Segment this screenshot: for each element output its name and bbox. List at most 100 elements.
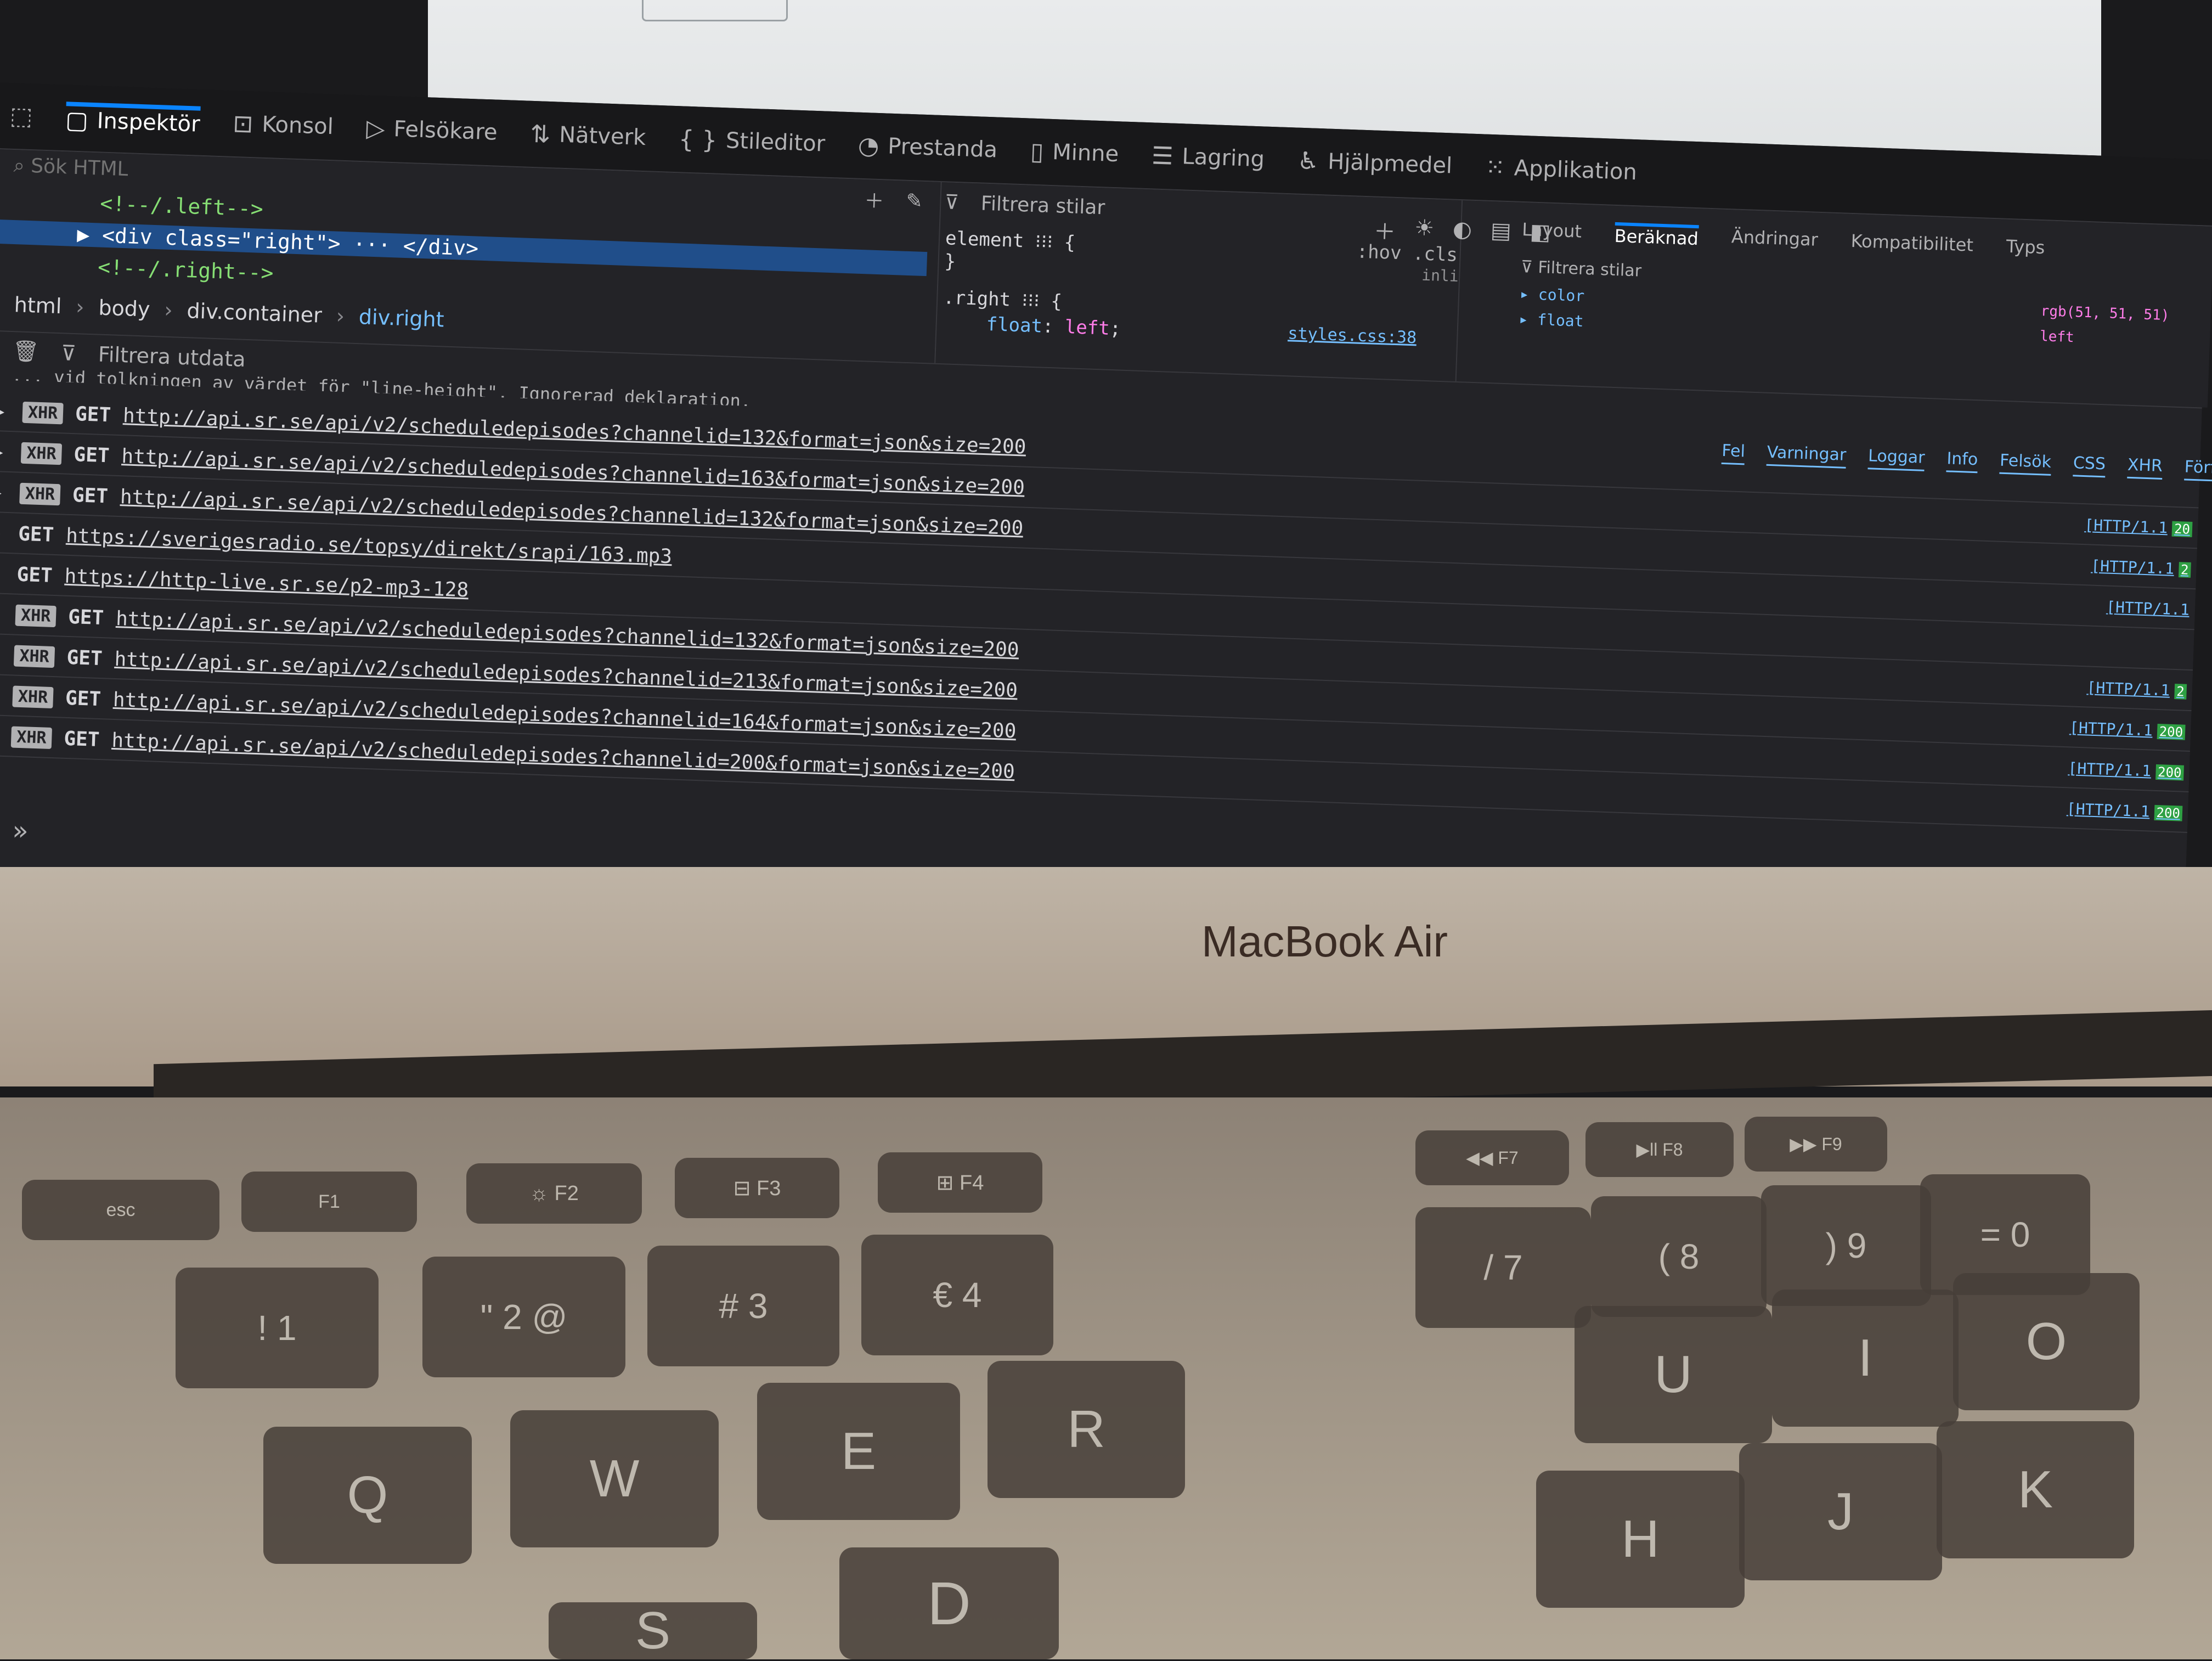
key-k[interactable]: K: [1937, 1421, 2134, 1558]
key-7[interactable]: / 7: [1415, 1207, 1591, 1328]
breadcrumb-div-right[interactable]: div.right: [358, 305, 444, 331]
status-badge: 20: [2171, 521, 2193, 537]
trash-icon[interactable]: 🗑: [12, 339, 40, 364]
protocol-link[interactable]: [HTTP/1.1 200: [2069, 718, 2186, 740]
tab-fonts[interactable]: Typs: [2006, 236, 2045, 261]
application-icon: ⁙: [1485, 153, 1506, 182]
markup-comment-left[interactable]: <!--/.left-->: [100, 192, 264, 221]
breadcrumb-body[interactable]: body: [98, 296, 150, 322]
protocol-link[interactable]: [HTTP/1.1: [2106, 598, 2190, 618]
key-o[interactable]: O: [1953, 1273, 2140, 1410]
add-node-icon[interactable]: ＋: [864, 185, 885, 214]
key-9[interactable]: ) 9: [1761, 1185, 1931, 1306]
breadcrumb-html[interactable]: html: [14, 292, 62, 318]
console-input-prompt[interactable]: »: [12, 815, 29, 847]
tab-label: Nätverk: [558, 122, 647, 151]
key-f8[interactable]: ▶ll F8: [1585, 1122, 1734, 1177]
tab-computed[interactable]: Beräknad: [1614, 222, 1699, 250]
xhr-badge: XHR: [22, 401, 64, 424]
tab-compatibility[interactable]: Kompatibilitet: [1850, 230, 1973, 259]
tab-label: Minne: [1052, 139, 1119, 167]
key-h[interactable]: H: [1536, 1471, 1745, 1608]
expand-triangle-icon[interactable]: ▶: [0, 482, 8, 502]
key-u[interactable]: U: [1575, 1306, 1772, 1443]
protocol-link[interactable]: [HTTP/1.1 2: [2086, 678, 2187, 700]
expand-triangle-icon[interactable]: ▶: [0, 401, 11, 421]
tab-application[interactable]: ⁙ Applikation: [1485, 153, 1637, 187]
expand-triangle-icon[interactable]: ▶: [0, 523, 7, 543]
console-filter-input[interactable]: Filtrera utdata: [98, 342, 246, 371]
key-2[interactable]: " 2 @: [422, 1257, 625, 1377]
right-rule-selector[interactable]: .right ⁝⁝⁝ {: [943, 286, 1063, 313]
key-8[interactable]: ( 8: [1591, 1196, 1767, 1317]
expand-triangle-icon[interactable]: ▶: [77, 222, 103, 247]
tab-memory[interactable]: ▯ Minne: [1030, 137, 1119, 168]
protocol-link[interactable]: [HTTP/1.1 200: [2068, 759, 2185, 781]
breadcrumb-separator-icon: ›: [336, 303, 345, 329]
expand-triangle-icon[interactable]: ▶: [0, 442, 9, 461]
filter-styles-input[interactable]: Filtrera stilar: [980, 192, 1105, 219]
add-rule-icon[interactable]: ＋: [1373, 214, 1396, 246]
key-f9[interactable]: ▶▶ F9: [1745, 1117, 1887, 1172]
key-f2[interactable]: ☼ F2: [466, 1163, 642, 1224]
status-badge: 200: [2157, 723, 2186, 740]
computed-filter-input[interactable]: ⊽ Filtrera stilar: [1520, 257, 1641, 281]
protocol-text: [HTTP/1.1: [2086, 678, 2170, 700]
key-f3[interactable]: ⊟ F3: [675, 1158, 839, 1218]
expand-triangle-icon[interactable]: ▶: [0, 564, 5, 583]
tab-storage[interactable]: ☰ Lagring: [1151, 142, 1265, 173]
tab-accessibility[interactable]: ♿ Hjälpmedel: [1297, 147, 1453, 180]
tab-label: Hjälpmedel: [1327, 149, 1453, 179]
request-method: GET: [75, 402, 111, 426]
memory-icon: ▯: [1030, 137, 1045, 166]
key-d[interactable]: D: [839, 1547, 1059, 1659]
tab-network[interactable]: ⇅ Nätverk: [530, 120, 647, 151]
xhr-badge: XHR: [12, 685, 54, 708]
key-1[interactable]: ! 1: [176, 1268, 379, 1388]
tab-debugger[interactable]: ▷ Felsökare: [366, 114, 498, 147]
key-q[interactable]: Q: [263, 1427, 472, 1564]
tab-changes[interactable]: Ändringar: [1731, 226, 1818, 253]
protocol-link[interactable]: [HTTP/1.1 20: [2084, 516, 2193, 538]
protocol-link[interactable]: [HTTP/1.1 2: [2091, 556, 2191, 578]
key-s[interactable]: S: [549, 1601, 757, 1660]
computed-prop-float[interactable]: ▸ float: [1519, 310, 1584, 330]
request-url-link[interactable]: https://http-live.sr.se/p2-mp3-128: [64, 565, 469, 601]
search-html-input[interactable]: ⌕ Sök HTML: [13, 154, 128, 181]
key-f4[interactable]: ⊞ F4: [878, 1152, 1042, 1213]
key-i[interactable]: I: [1772, 1290, 1959, 1427]
key-r[interactable]: R: [988, 1361, 1185, 1498]
key-w[interactable]: W: [510, 1410, 719, 1547]
dark-theme-icon[interactable]: ◐: [1452, 217, 1472, 249]
tab-console[interactable]: ⊡ Konsol: [233, 109, 334, 140]
print-icon[interactable]: ▤: [1490, 218, 1511, 250]
rule-value[interactable]: left: [1064, 316, 1110, 340]
xhr-badge: XHR: [15, 604, 57, 627]
key-3[interactable]: # 3: [647, 1246, 839, 1366]
eyedropper-icon[interactable]: ✎: [906, 189, 923, 212]
key-f1[interactable]: F1: [241, 1172, 417, 1232]
key-esc[interactable]: esc: [22, 1180, 219, 1240]
markup-comment-right[interactable]: <!--/.right-->: [98, 255, 274, 285]
tab-inspector[interactable]: ▢ Inspektör: [65, 101, 201, 139]
rule-declaration[interactable]: float: left;: [986, 313, 1121, 340]
breadcrumb-div-container[interactable]: div.container: [187, 299, 323, 328]
tab-layout[interactable]: Layout: [1521, 219, 1582, 245]
light-theme-icon[interactable]: ☀: [1414, 215, 1435, 247]
tab-style-editor[interactable]: { } Stileditor: [678, 125, 826, 158]
expand-triangle-icon[interactable]: ▶: [0, 685, 1, 705]
key-e[interactable]: E: [757, 1383, 960, 1520]
tab-performance[interactable]: ◔ Prestanda: [857, 131, 998, 164]
key-4[interactable]: € 4: [861, 1235, 1053, 1355]
element-rule-selector[interactable]: element ⁝⁝⁝ {: [945, 227, 1075, 254]
markup-node-text: <div class="right"> ··· </div>: [101, 223, 479, 261]
key-j[interactable]: J: [1739, 1443, 1942, 1580]
computed-prop-color[interactable]: ▸ color: [1520, 285, 1585, 305]
rule-property[interactable]: float: [986, 313, 1043, 337]
stylesheet-link[interactable]: styles.css:38: [1288, 324, 1417, 347]
protocol-link[interactable]: [HTTP/1.1 200: [2066, 799, 2183, 821]
expand-triangle-icon[interactable]: ▶: [0, 645, 2, 665]
key-f7[interactable]: ◀◀ F7: [1415, 1130, 1569, 1185]
element-picker-button[interactable]: ⬚: [9, 102, 33, 130]
expand-triangle-icon[interactable]: ▶: [0, 604, 4, 624]
